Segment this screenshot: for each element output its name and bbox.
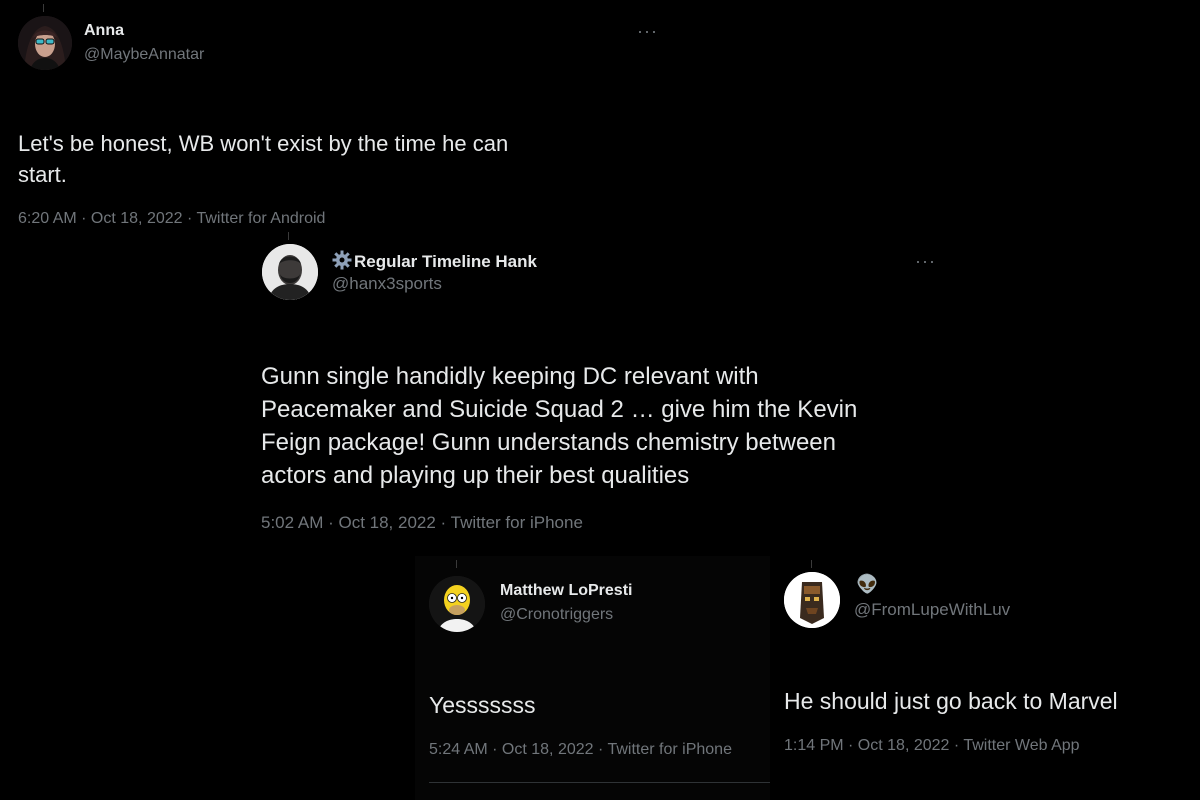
user-handle[interactable]: @Cronotriggers (500, 606, 613, 624)
tweet-text-line: He should just go back to Marvel (784, 688, 1118, 714)
display-name[interactable]: 👽 (856, 574, 878, 595)
thread-connector (288, 232, 289, 240)
tweet-text: Let's be honest, WB won't exist by the t… (18, 128, 658, 190)
avatar-image (262, 244, 318, 300)
avatar-image (784, 572, 840, 628)
user-handle[interactable]: @MaybeAnnatar (84, 46, 204, 64)
avatar[interactable] (262, 244, 318, 300)
gear-icon (332, 250, 352, 270)
tweet-matthew: Matthew LoPresti @Cronotriggers Yessssss… (415, 556, 775, 800)
tweet-text-line: Let's be honest, WB won't exist by the t… (18, 131, 509, 156)
thread-connector (811, 560, 812, 568)
tweet-text-line: Peacemaker and Suicide Squad 2 … give hi… (261, 396, 858, 423)
tweet-text-line: Feign package! Gunn understands chemistr… (261, 429, 837, 456)
tweet-anna: Anna @MaybeAnnatar ··· Let's be honest, … (0, 0, 680, 240)
tweet-text-line: actors and playing up their best qualiti… (261, 462, 690, 489)
tweet-text-line: start. (18, 162, 67, 187)
tweet-timestamp[interactable]: 5:24 AM · Oct 18, 2022 · Twitter for iPh… (429, 741, 732, 759)
display-name[interactable]: Anna (84, 22, 124, 40)
user-handle[interactable]: @FromLupeWithLuv (854, 600, 1010, 620)
more-dots-icon[interactable]: ··· (915, 252, 936, 270)
alien-emoji-icon: 👽 (856, 574, 879, 594)
tweet-hank: Regular Timeline Hank @hanx3sports ··· G… (248, 232, 948, 552)
tweet-text-line: Gunn single handidly keeping DC relevant… (261, 363, 759, 390)
display-name[interactable]: Regular Timeline Hank (332, 250, 537, 272)
more-dots-icon[interactable]: ··· (637, 22, 658, 40)
display-name-text: Regular Timeline Hank (354, 252, 537, 271)
avatar[interactable] (18, 16, 72, 70)
avatar-image (429, 576, 485, 632)
tweet-lupe: 👽 @FromLupeWithLuv He should just go bac… (770, 556, 1200, 800)
thread-connector (43, 4, 44, 12)
avatar[interactable] (429, 576, 485, 632)
avatar-image (18, 16, 72, 70)
display-name[interactable]: Matthew LoPresti (500, 582, 632, 600)
avatar[interactable] (784, 572, 840, 628)
tweet-text: Yesssssss (429, 690, 536, 720)
tweet-timestamp[interactable]: 1:14 PM · Oct 18, 2022 · Twitter Web App (784, 737, 1080, 755)
tweet-text: Gunn single handidly keeping DC relevant… (261, 360, 941, 492)
tweet-text: He should just go back to Marvel (784, 686, 1118, 716)
tweet-collage: Anna @MaybeAnnatar ··· Let's be honest, … (0, 0, 1200, 800)
tweet-text-line: Yesssssss (429, 692, 536, 718)
tweet-timestamp[interactable]: 6:20 AM · Oct 18, 2022 · Twitter for And… (18, 210, 325, 228)
user-handle[interactable]: @hanx3sports (332, 274, 442, 294)
divider (429, 782, 775, 783)
thread-connector (456, 560, 457, 568)
tweet-timestamp[interactable]: 5:02 AM · Oct 18, 2022 · Twitter for iPh… (261, 513, 583, 533)
